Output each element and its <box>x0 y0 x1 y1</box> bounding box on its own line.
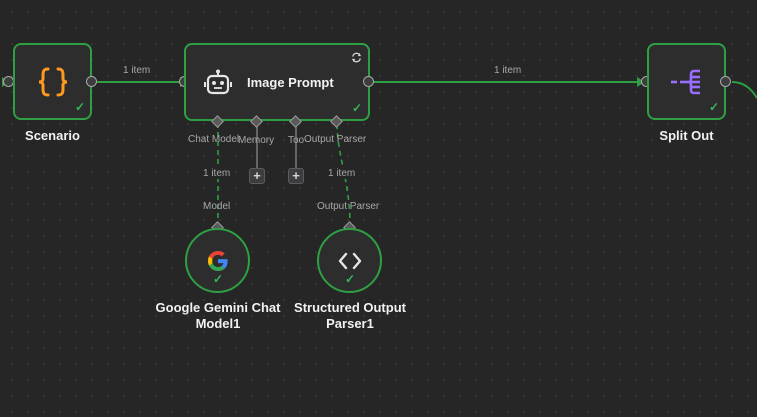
scenario-output-handle[interactable] <box>86 76 97 87</box>
success-check-icon: ✓ <box>213 272 224 286</box>
image-prompt-title: Image Prompt <box>247 75 334 90</box>
edge-label: 1 item <box>121 65 153 76</box>
parser-title: Structured Output Parser1 <box>280 300 420 332</box>
tool-port-label: Tool <box>288 135 304 146</box>
split-out-title: Split Out <box>659 128 714 143</box>
output-parser-port-label: Output Parser <box>304 134 367 145</box>
scenario-title: Scenario <box>25 128 80 143</box>
success-check-icon: ✓ <box>708 100 719 114</box>
gemini-title-line1: Google Gemini Chat <box>155 300 281 315</box>
memory-port-label: Memory <box>238 135 275 146</box>
chat-model-port-label: Chat Model <box>188 134 240 145</box>
model-port-label: Model <box>203 201 231 212</box>
parser-title-line2: Parser1 <box>326 316 374 331</box>
edge-label: 1 item <box>201 168 233 179</box>
scenario-node[interactable]: ✓ <box>13 43 92 120</box>
parser-title-line1: Structured Output <box>294 300 406 315</box>
image-prompt-node[interactable]: Image Prompt ✓ <box>184 43 370 121</box>
edge-label: 1 item <box>326 168 358 179</box>
google-gemini-chat-model-node[interactable]: ✓ <box>185 228 250 293</box>
output-parser-out-label: Output Parser <box>317 201 380 212</box>
image-prompt-output-handle[interactable] <box>363 76 374 87</box>
success-check-icon: ✓ <box>351 101 362 115</box>
split-out-node[interactable]: ✓ <box>647 43 726 120</box>
add-tool-button[interactable]: + <box>288 168 304 184</box>
success-check-icon: ✓ <box>345 272 356 286</box>
edge-label: 1 item <box>492 65 524 76</box>
gemini-title: Google Gemini Chat Model1 <box>148 300 288 332</box>
refresh-icon <box>351 50 362 68</box>
success-check-icon: ✓ <box>74 100 85 114</box>
edge-split-out-continuation <box>731 81 757 99</box>
add-memory-button[interactable]: + <box>249 168 265 184</box>
robot-icon <box>203 69 233 102</box>
structured-output-parser-node[interactable]: ✓ <box>317 228 382 293</box>
code-braces-icon <box>34 63 72 106</box>
split-icon <box>669 65 705 104</box>
gemini-title-line2: Model1 <box>195 316 241 331</box>
workflow-canvas[interactable]: ✓ Scenario 1 item Image Prompt ✓ Chat Mo… <box>0 0 757 417</box>
split-out-output-handle[interactable] <box>720 76 731 87</box>
